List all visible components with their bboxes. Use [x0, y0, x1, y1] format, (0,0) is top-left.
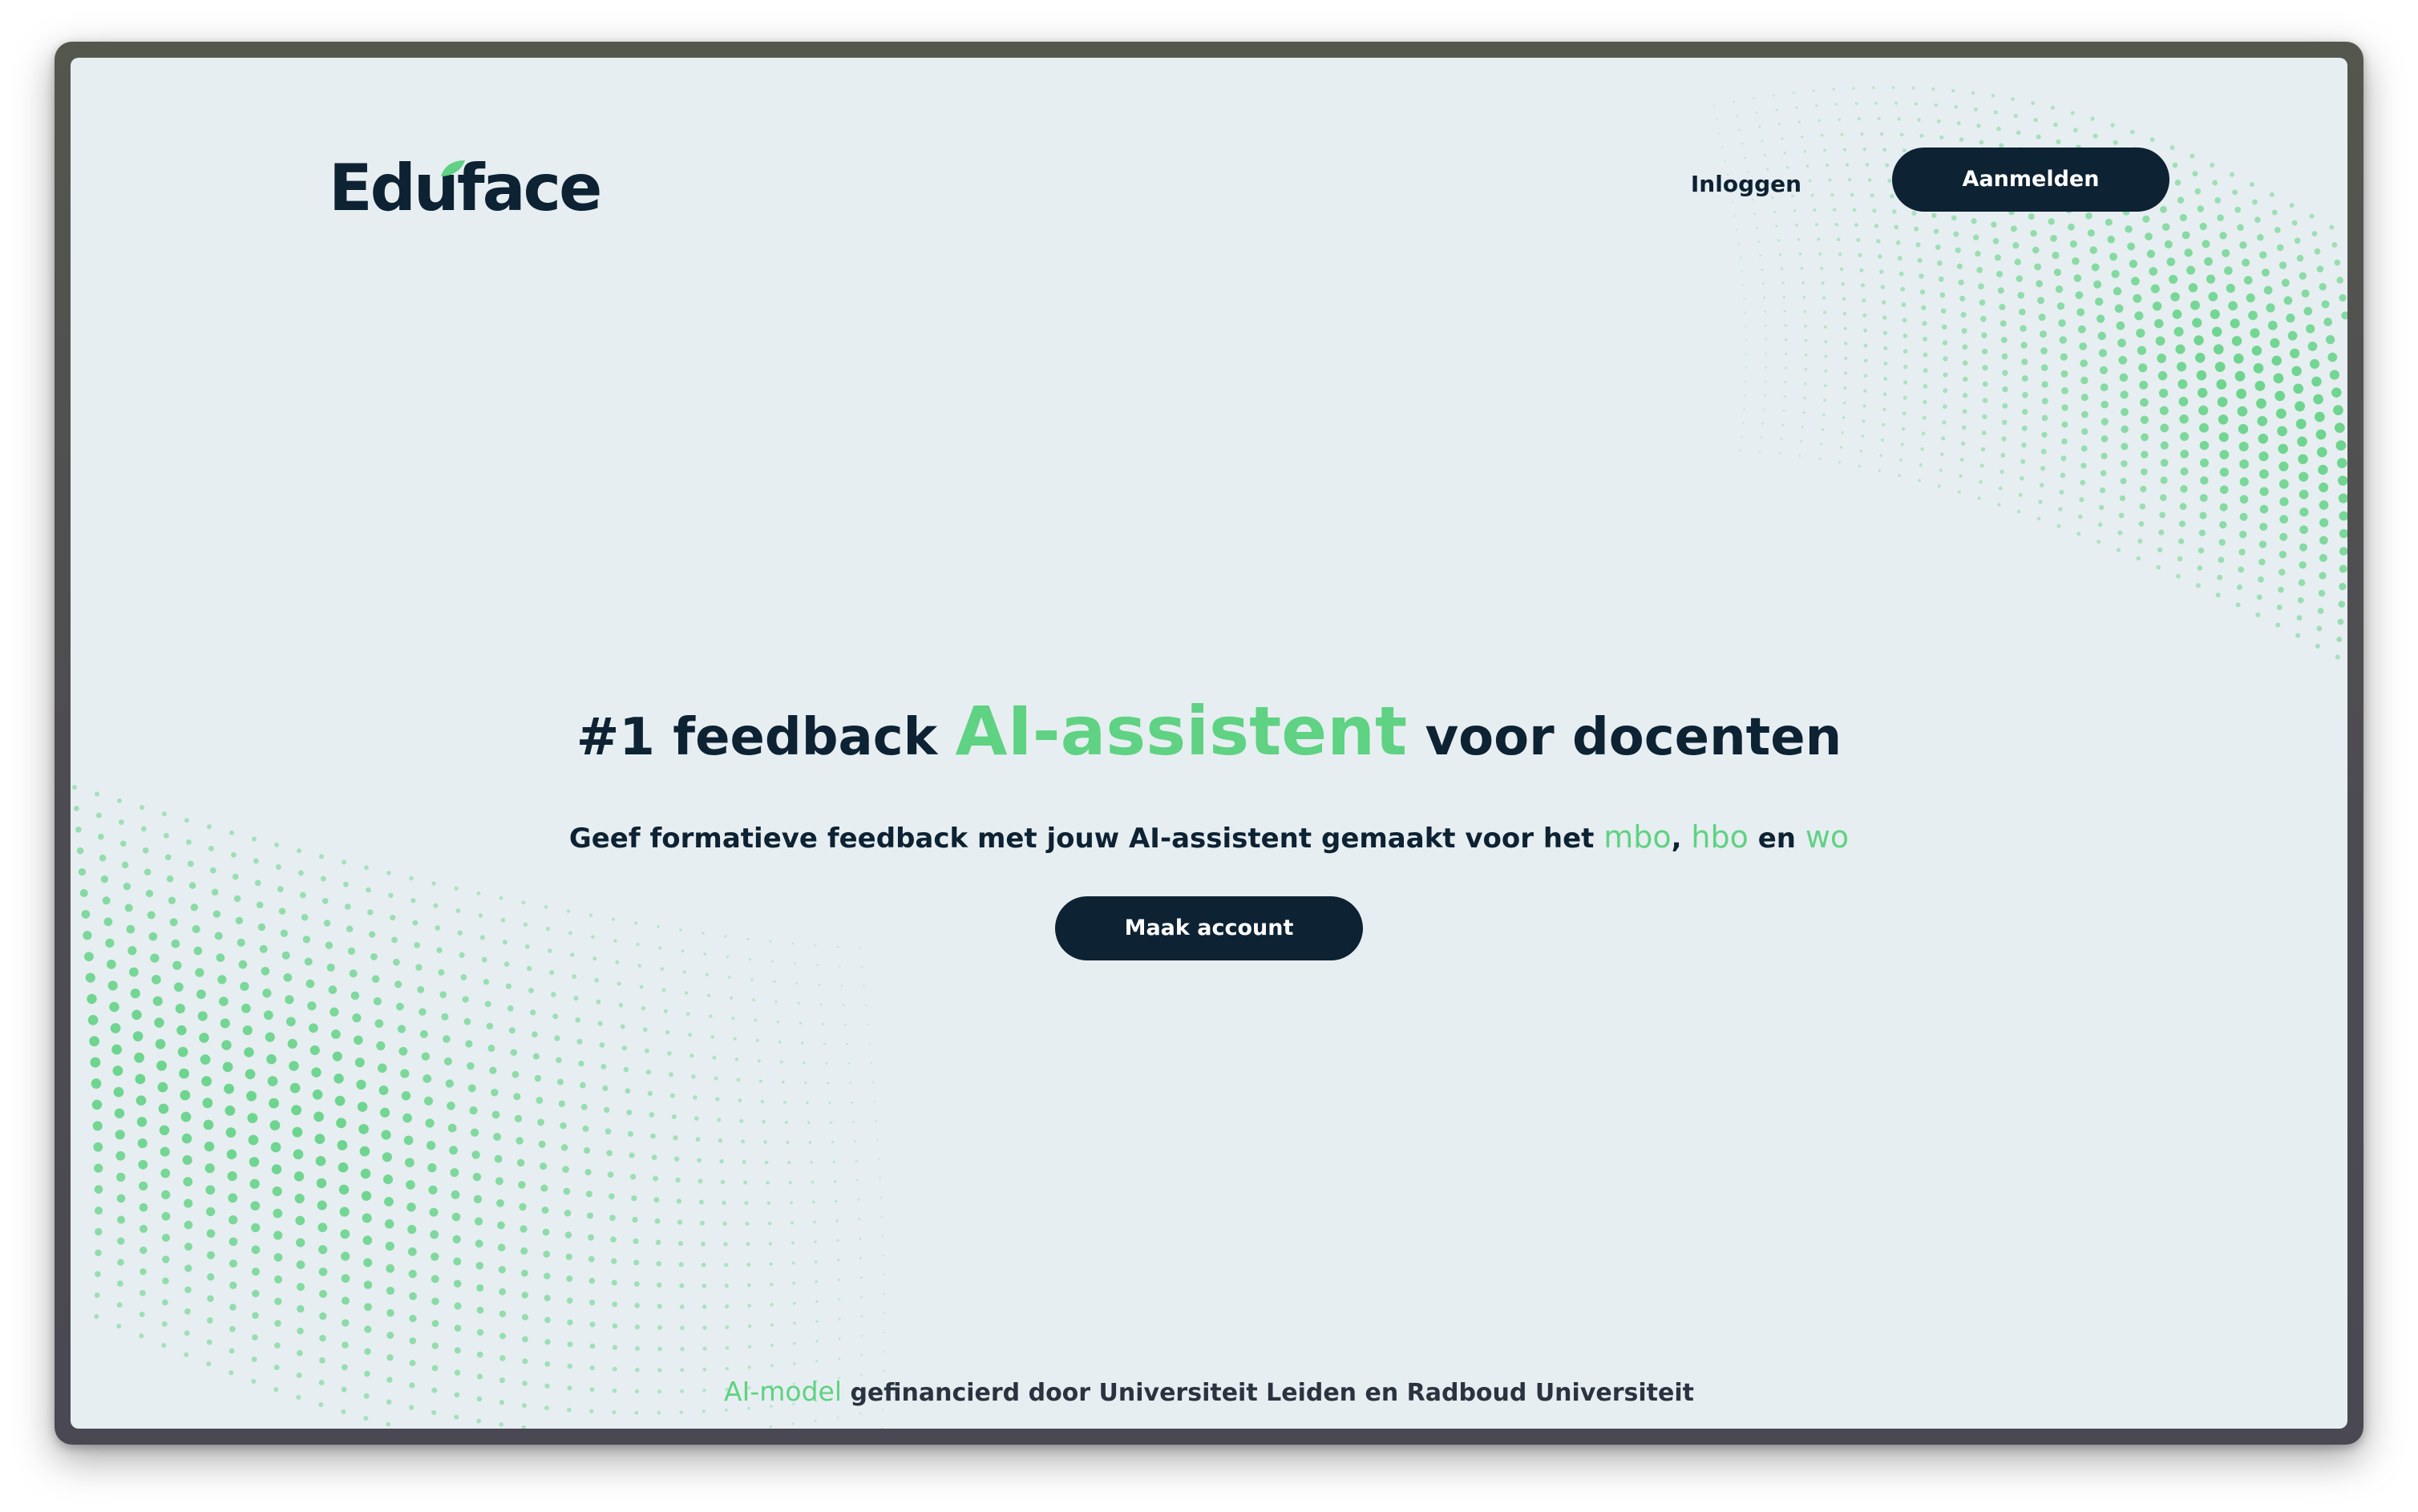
ai-model-label: AI-model	[724, 1376, 842, 1407]
level-separator-2: en	[1748, 823, 1805, 855]
browser-viewport: Eduface Inloggen Aanmelden #1 feedback A…	[71, 58, 2347, 1429]
eduface-logo[interactable]: Eduface	[329, 144, 602, 232]
level-separator-1: ,	[1671, 823, 1692, 855]
hero-title: #1 feedback AI-assistent voor docenten	[71, 691, 2347, 778]
hero-subtitle-text: Geef formatieve feedback met jouw AI-ass…	[568, 823, 1604, 855]
funding-text: gefinancierd door Universiteit Leiden en…	[842, 1379, 1694, 1407]
level-hbo: hbo	[1691, 819, 1749, 855]
login-link[interactable]: Inloggen	[1682, 162, 1810, 207]
hero-title-prefix: #1 feedback	[576, 708, 956, 767]
hero-subtitle: Geef formatieve feedback met jouw AI-ass…	[71, 815, 2347, 861]
logo-wordmark: Eduface	[329, 151, 602, 225]
level-mbo: mbo	[1603, 819, 1672, 855]
signup-button[interactable]: Aanmelden	[1892, 148, 2169, 212]
leaf-icon	[441, 160, 465, 176]
hero-title-accent: AI-assistent	[955, 692, 1408, 770]
create-account-button[interactable]: Maak account	[1055, 896, 1363, 960]
device-frame: Eduface Inloggen Aanmelden #1 feedback A…	[55, 42, 2363, 1445]
hero-title-suffix: voor docenten	[1407, 708, 1842, 767]
level-wo: wo	[1805, 819, 1850, 855]
funding-note: AI-model gefinancierd door Universiteit …	[71, 1374, 2347, 1411]
